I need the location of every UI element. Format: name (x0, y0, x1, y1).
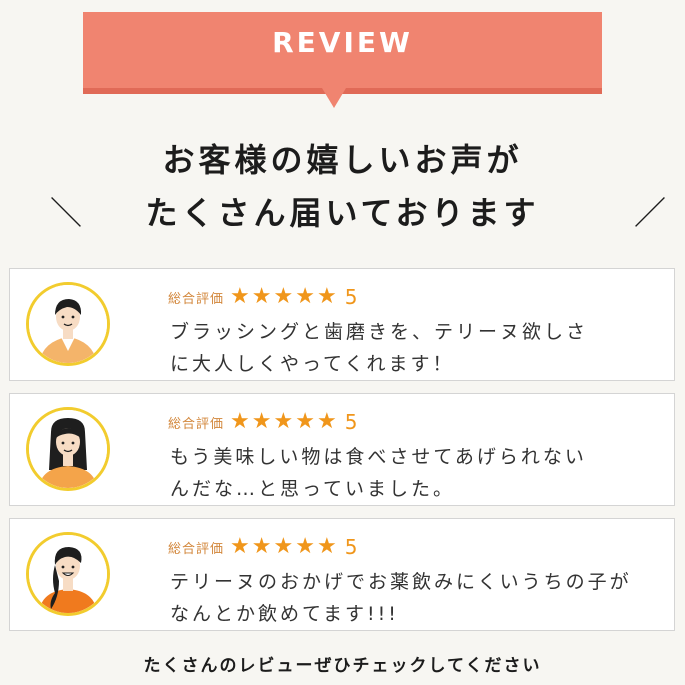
review-text-line2: んだな…と思っていました。 (170, 478, 456, 500)
footer-cta-text: たくさんのレビューぜひチェックしてください (143, 656, 542, 676)
avatar (26, 532, 110, 616)
review-text-line1: ブラッシングと歯磨きを、テリーヌ欲しさ (170, 321, 589, 343)
rating-row: 総合評価 ★ ★ ★ ★ ★ 5 (168, 410, 357, 434)
headline-line1: お客様の嬉しいお声が (162, 141, 523, 179)
star-icon: ★ (251, 409, 272, 434)
banner-pointer (322, 88, 346, 108)
rating-value: 5 (344, 285, 358, 309)
star-icon: ★ (316, 284, 337, 309)
rating-row: 総合評価 ★ ★ ★ ★ ★ 5 (168, 285, 357, 309)
star-icon: ★ (230, 534, 250, 559)
star-icon: ★ (230, 284, 250, 309)
star-icon: ★ (316, 534, 337, 559)
review-card: 総合評価 ★ ★ ★ ★ ★ 5 テリーヌのおかげでお薬飲みにくいうちの子が な… (9, 518, 675, 631)
headline-line2: たくさん届いております (145, 194, 540, 232)
review-card: 総合評価 ★ ★ ★ ★ ★ 5 もう美味しい物は食べさせてあげられない んだな… (9, 393, 675, 506)
star-icon: ★ (316, 409, 337, 434)
star-icon: ★ (295, 534, 315, 559)
review-text-line1: テリーヌのおかげでお薬飲みにくいうちの子が (170, 571, 632, 593)
rating-label: 総合評価 (168, 291, 225, 307)
review-banner: REVIEW (83, 12, 602, 88)
star-icon: ★ (251, 534, 272, 559)
review-text-line2: なんとか飲めてます!!! (170, 603, 399, 625)
star-icon: ★ (230, 409, 250, 434)
review-card: 総合評価 ★ ★ ★ ★ ★ 5 ブラッシングと歯磨きを、テリーヌ欲しさ に大人… (9, 268, 675, 381)
review-text-line1: もう美味しい物は食べさせてあげられない (170, 446, 587, 468)
star-icon: ★ (273, 534, 294, 559)
rating-label: 総合評価 (168, 416, 225, 432)
star-icon: ★ (273, 409, 294, 434)
banner-label: REVIEW (272, 26, 413, 59)
star-icon: ★ (251, 284, 272, 309)
star-icon: ★ (295, 409, 315, 434)
rating-row: 総合評価 ★ ★ ★ ★ ★ 5 (168, 535, 357, 559)
avatar (26, 282, 110, 366)
rating-value: 5 (344, 535, 358, 559)
headline-slash-right: ／ (634, 194, 667, 232)
star-icon: ★ (273, 284, 294, 309)
review-text-line2: に大人しくやってくれます！ (170, 353, 455, 375)
avatar (26, 407, 110, 491)
star-icon: ★ (295, 284, 315, 309)
rating-label: 総合評価 (168, 541, 225, 557)
rating-value: 5 (344, 410, 358, 434)
